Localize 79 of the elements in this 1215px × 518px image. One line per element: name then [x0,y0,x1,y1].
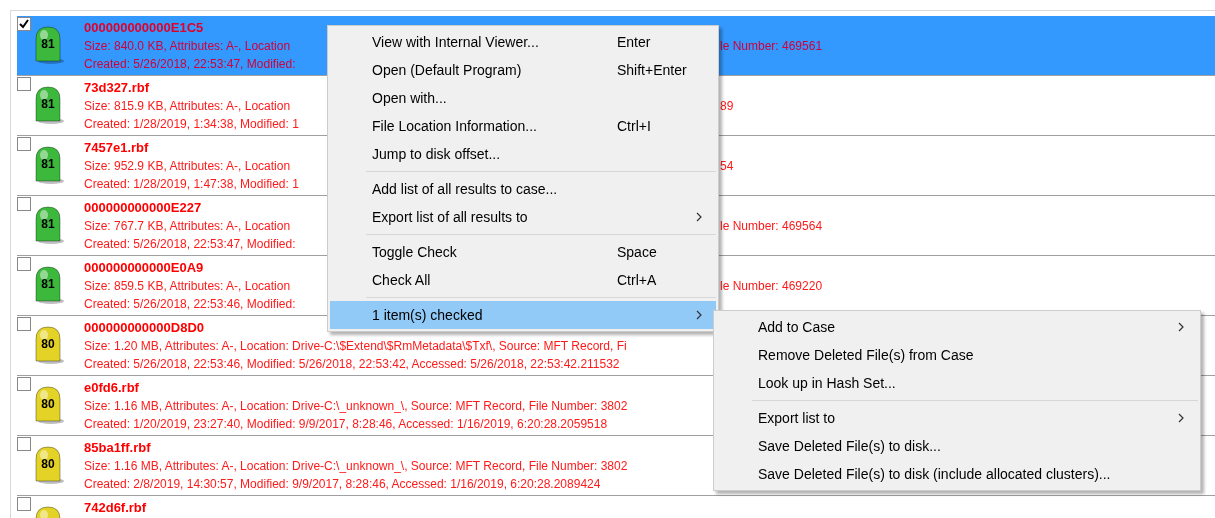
file-details: Size: 1.20 MB, Attributes: A-, Location: Drive-C:\$Extend\$RmMetadata\$Txf\, Source: MFT Record, Fi [84,338,627,355]
file-name[interactable]: 000000000000E0A9 [84,259,204,277]
indicator-light-icon [34,445,64,485]
file-details: Size: 1.16 MB, Attributes: A-, Location: Drive-C:\_unknown_\, Source: MFT Record, File Number: 3802 [84,398,628,415]
menu-item[interactable]: Toggle Check Space [330,238,716,266]
file-timestamps: Created: 5/26/2018, 22:53:47, Modified: [84,56,296,73]
checkbox[interactable] [17,377,31,391]
file-details: Size: 1.16 MB, Attributes: A-, Location: Drive-C:\_unknown_\, Source: MFT Record, File Number: 3802 [84,458,628,475]
checkbox[interactable] [17,197,31,211]
file-details: Size: 840.0 KB, Attributes: A-, Location [84,38,291,55]
indicator-light-icon [34,25,64,65]
shortcut-label: Ctrl+I [617,116,651,136]
indicator-light-icon [34,145,64,185]
menu-item[interactable]: Open with... [330,84,716,112]
file-details: Size: 815.9 KB, Attributes: A-, Location [84,98,291,115]
file-details: 89 [720,98,734,115]
checkbox[interactable] [17,257,31,271]
chevron-right-icon [696,212,702,222]
score-label: 81 [40,38,56,50]
menu-item[interactable]: Jump to disk offset... [330,140,716,168]
score-label: 80 [40,338,56,350]
menu-item[interactable]: Open (Default Program) Shift+Enter [330,56,716,84]
shortcut-label: Enter [617,32,651,52]
file-name[interactable]: 7457e1.rbf [84,139,149,157]
indicator-light-icon [34,325,64,365]
menu-item[interactable]: Save Deleted File(s) to disk... [716,432,1198,460]
file-details: le Number: 469561 [720,38,823,55]
menu-item[interactable]: Save Deleted File(s) to disk (include allocated clusters)... [716,460,1198,488]
file-timestamps: Created: 5/26/2018, 22:53:47, Modified: [84,236,296,253]
indicator-light-icon [34,205,64,245]
menu-item[interactable]: 1 item(s) checked [330,301,716,329]
file-timestamps: Created: 1/28/2019, 1:34:38, Modified: 1 [84,116,299,133]
file-name[interactable]: 85ba1ff.rbf [84,439,151,457]
chevron-right-icon [1178,413,1184,423]
menu-item[interactable]: Add to Case [716,313,1198,341]
score-label: 81 [40,218,56,230]
chevron-right-icon [696,310,702,320]
file-timestamps: Created: 5/26/2018, 22:53:46, Modified: 5/26/2018, 22:53:42, Accessed: 5/26/2018, 22:53:42.211532 [84,356,620,373]
file-name[interactable]: 73d327.rbf [84,79,150,97]
score-label: 81 [40,98,56,110]
indicator-light-icon [34,385,64,425]
file-details: 54 [720,158,734,175]
file-details: le Number: 469220 [720,278,823,295]
shortcut-label: Shift+Enter [617,60,687,80]
checkbox[interactable] [17,497,31,511]
file-name[interactable]: e0fd6.rbf [84,379,139,397]
checkbox[interactable] [17,137,31,151]
checkbox[interactable] [17,77,31,91]
indicator-light-icon [34,85,64,125]
file-timestamps: Created: 5/26/2018, 22:53:46, Modified: [84,296,296,313]
chevron-right-icon [1178,322,1184,332]
file-details: Size: 767.7 KB, Attributes: A-, Location [84,218,291,235]
file-details: Size: 952.9 KB, Attributes: A-, Location [84,158,291,175]
file-timestamps: Created: 1/28/2019, 1:47:38, Modified: 1 [84,176,299,193]
indicator-light-icon [34,265,64,305]
menu-item[interactable]: Look up in Hash Set... [716,369,1198,397]
menu-item[interactable]: Add list of all results to case... [330,175,716,203]
file-details: le Number: 469564 [720,218,823,235]
score-label: 80 [40,458,56,470]
menu-item[interactable]: Check All Ctrl+A [330,266,716,294]
menu-item[interactable]: Export list of all results to [330,203,716,231]
file-name[interactable]: 000000000000E227 [84,199,202,217]
shortcut-label: Ctrl+A [617,270,657,290]
file-timestamps: Created: 2/8/2019, 14:30:57, Modified: 9/9/2017, 8:28:46, Accessed: 1/16/2019, 6:20:28.2089424 [84,476,601,493]
file-details: Size: 859.5 KB, Attributes: A-, Location [84,278,291,295]
menu-item[interactable]: Remove Deleted File(s) from Case [716,341,1198,369]
score-label: 81 [40,278,56,290]
score-label: 80 [40,398,56,410]
file-timestamps: Created: 1/20/2019, 23:27:40, Modified: 9/9/2017, 8:28:46, Accessed: 1/16/2019, 6:20:28.2059518 [84,416,608,433]
file-name[interactable]: 742d6f.rbf [84,499,147,517]
menu-item[interactable]: View with Internal Viewer... Enter [330,28,716,56]
checkbox[interactable] [17,17,31,31]
menu-item[interactable]: File Location Information... Ctrl+I [330,112,716,140]
menu-item[interactable]: Export list to [716,404,1198,432]
shortcut-label: Space [617,242,657,262]
file-name[interactable]: 000000000000D8D0 [84,319,204,337]
score-label: 81 [40,158,56,170]
checkbox[interactable] [17,437,31,451]
checkbox[interactable] [17,317,31,331]
